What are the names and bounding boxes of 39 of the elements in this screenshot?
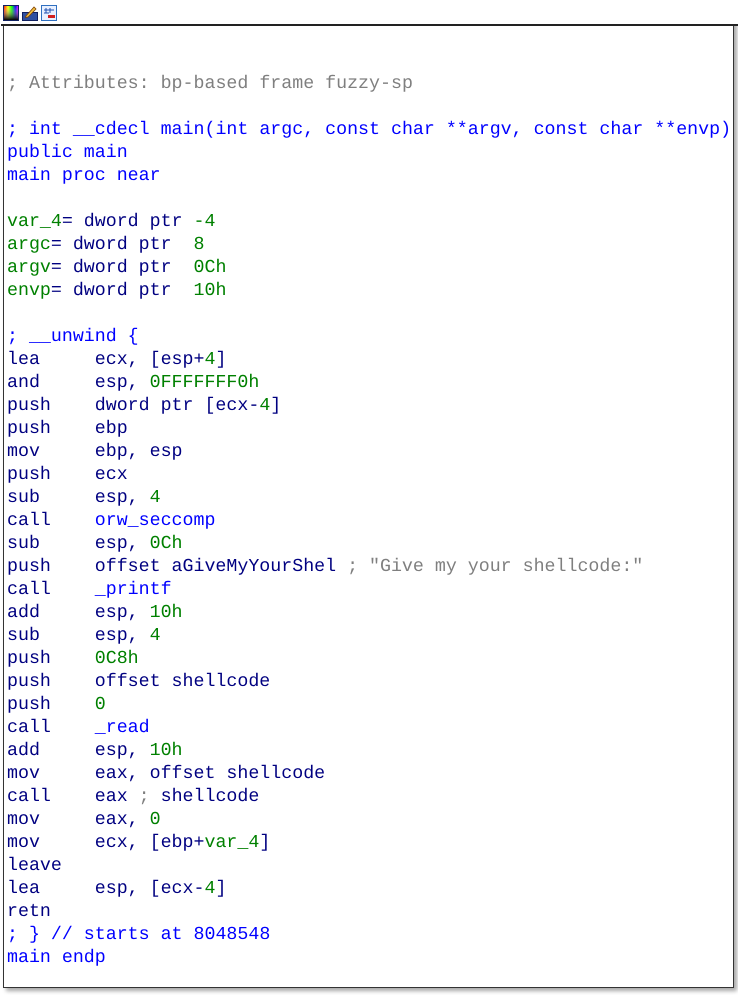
code-line: push 0 xyxy=(7,694,106,717)
code-line: mov eax, 0 xyxy=(7,809,161,832)
code-line: main proc near xyxy=(7,165,161,188)
code-line: ; } // starts at 8048548 xyxy=(7,924,270,947)
code-line: mov eax, offset shellcode xyxy=(7,763,326,786)
code-line: argc= dword ptr 8 xyxy=(7,234,204,257)
code-line: argv= dword ptr 0Ch xyxy=(7,257,226,280)
code-line: main endp xyxy=(7,947,106,970)
code-line: retn xyxy=(7,901,52,924)
code-line: ; Attributes: bp-based frame fuzzy-sp xyxy=(7,73,413,96)
code-line: call _printf xyxy=(7,579,172,602)
code-line: push dword ptr [ecx-4] xyxy=(7,395,282,418)
code-line: add esp, 10h xyxy=(7,740,183,763)
code-line: var_4= dword ptr -4 xyxy=(7,211,216,234)
code-line: lea ecx, [esp+4] xyxy=(7,349,226,372)
graph-view-icon[interactable] xyxy=(41,5,57,21)
code-line: call _read xyxy=(7,717,150,740)
code-line: envp= dword ptr 10h xyxy=(7,280,226,303)
code-line: leave xyxy=(7,855,63,878)
pencil-icon[interactable] xyxy=(22,5,38,21)
code-line: public main xyxy=(7,142,128,165)
code-line: add esp, 10h xyxy=(7,602,183,625)
code-line: ; int __cdecl main(int argc, const char **argv, const char **envp) xyxy=(7,119,732,142)
code-line: push offset aGiveMyYourShel ; "Give my your shellcode:" xyxy=(7,556,644,579)
code-line: call orw_seccomp xyxy=(7,510,216,533)
code-line: sub esp, 4 xyxy=(7,625,161,648)
code-line: sub esp, 4 xyxy=(7,487,161,510)
code-line: mov ecx, [ebp+var_4] xyxy=(7,832,270,855)
code-line: push ecx xyxy=(7,464,128,487)
code-line: lea esp, [ecx-4] xyxy=(7,878,226,901)
code-line: call eax ; shellcode xyxy=(7,786,260,809)
code-line: and esp, 0FFFFFFF0h xyxy=(7,372,260,395)
code-line: ; __unwind { xyxy=(7,326,139,349)
code-line: push offset shellcode xyxy=(7,671,270,694)
code-line: mov ebp, esp xyxy=(7,441,183,464)
code-line: sub esp, 0Ch xyxy=(7,533,183,556)
code-line: push ebp xyxy=(7,418,128,441)
color-palette-icon[interactable] xyxy=(3,5,19,21)
code-line: push 0C8h xyxy=(7,648,139,671)
